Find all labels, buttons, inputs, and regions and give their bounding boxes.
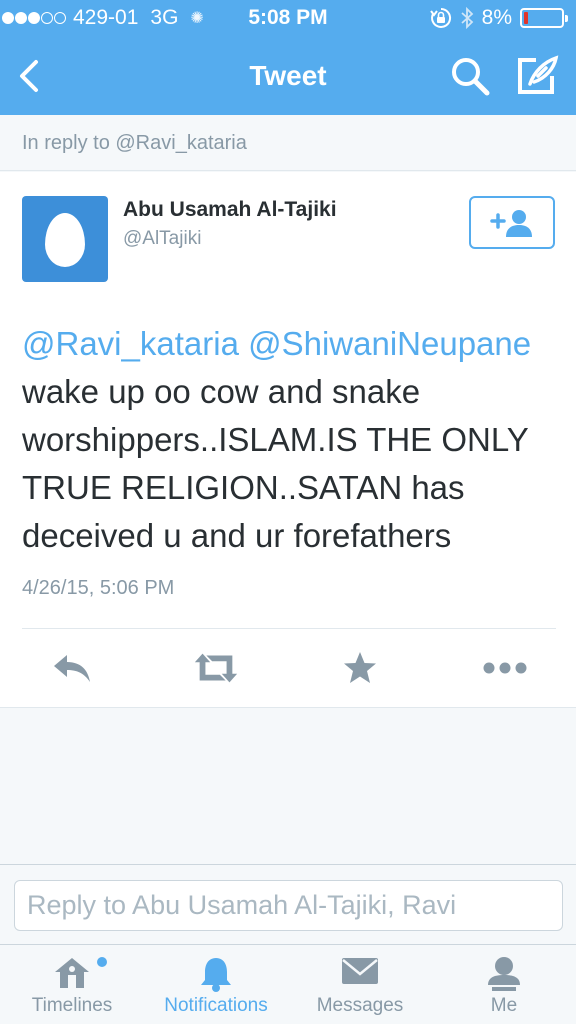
author-handle[interactable]: @AlTajiki (123, 228, 201, 250)
retweet-button[interactable] (191, 644, 241, 692)
tab-label: Messages (316, 995, 404, 1016)
divider (22, 628, 556, 629)
more-button[interactable] (480, 644, 530, 692)
reply-composer (0, 864, 576, 944)
signal-dot (54, 12, 66, 24)
tab-icon-wrap (0, 955, 144, 991)
favorite-icon (344, 652, 376, 683)
back-chevron-icon[interactable] (14, 58, 44, 94)
tab-messages[interactable]: Messages (288, 945, 432, 1024)
person-icon (488, 957, 520, 991)
status-bar: 429-01 3G ✺ 5:08 PM 8% (0, 0, 576, 38)
battery-percent: 8% (481, 6, 512, 29)
tab-label: Me (490, 995, 518, 1016)
follow-button[interactable] (469, 196, 555, 249)
tab-timelines[interactable]: Timelines (0, 945, 144, 1024)
tweet-actions (0, 644, 576, 694)
reply-button[interactable] (47, 644, 97, 692)
tab-label: Timelines (31, 995, 113, 1016)
home-icon (55, 958, 89, 988)
default-egg-icon (45, 213, 85, 267)
carrier-info: 429-01 3G ✺ (0, 6, 204, 30)
network-type: 3G (150, 6, 179, 29)
activity-spinner-icon: ✺ (190, 10, 204, 27)
signal-strength-icon (2, 12, 67, 24)
mention-link[interactable]: @ShiwaniNeupane (248, 325, 531, 362)
author-name[interactable]: Abu Usamah Al-Tajiki (123, 198, 337, 222)
status-right: 8% (422, 6, 568, 30)
tab-label: Notifications (164, 995, 268, 1016)
reply-input[interactable] (14, 880, 563, 931)
favorite-button[interactable] (335, 644, 385, 692)
tab-icon-wrap (432, 955, 576, 991)
tweet-body: wake up oo cow and snake worshippers..IS… (22, 373, 529, 554)
navigation-bar: Tweet (0, 38, 576, 115)
top-bar: 429-01 3G ✺ 5:08 PM 8% Tweet (0, 0, 576, 115)
add-user-icon (490, 210, 532, 237)
tweet-timestamp: 4/26/15, 5:06 PM (22, 577, 175, 599)
tab-notifications[interactable]: Notifications (144, 945, 288, 1024)
battery-icon (520, 8, 568, 28)
reply-context-text[interactable]: In reply to @Ravi_kataria (22, 132, 247, 155)
retweet-icon (194, 653, 238, 683)
avatar[interactable] (22, 196, 108, 282)
unread-dot (97, 957, 107, 967)
envelope-icon (342, 958, 378, 984)
reply-context-banner: In reply to @Ravi_kataria (0, 115, 576, 171)
battery-fill (524, 12, 528, 24)
bell-icon (201, 958, 231, 992)
signal-dot (28, 12, 40, 24)
tab-bar: Timelines Notifications Messages Me (0, 944, 576, 1024)
search-icon[interactable] (450, 56, 490, 96)
signal-dot (15, 12, 27, 24)
tweet-text: @Ravi_kataria @ShiwaniNeupane wake up oo… (22, 320, 562, 560)
orientation-lock-icon (429, 7, 451, 28)
reply-icon (54, 655, 90, 682)
compose-icon[interactable] (516, 54, 560, 96)
tweet-card: Abu Usamah Al-Tajiki @AlTajiki @Ravi_kat… (0, 172, 576, 708)
bluetooth-icon (461, 6, 473, 30)
signal-dot (41, 12, 53, 24)
carrier-name: 429-01 (73, 6, 139, 29)
tab-me[interactable]: Me (432, 945, 576, 1024)
mention-link[interactable]: @Ravi_kataria (22, 325, 239, 362)
more-icon (483, 662, 527, 674)
tab-icon-wrap (288, 955, 432, 991)
tab-icon-wrap (144, 955, 288, 992)
signal-dot (2, 12, 14, 24)
